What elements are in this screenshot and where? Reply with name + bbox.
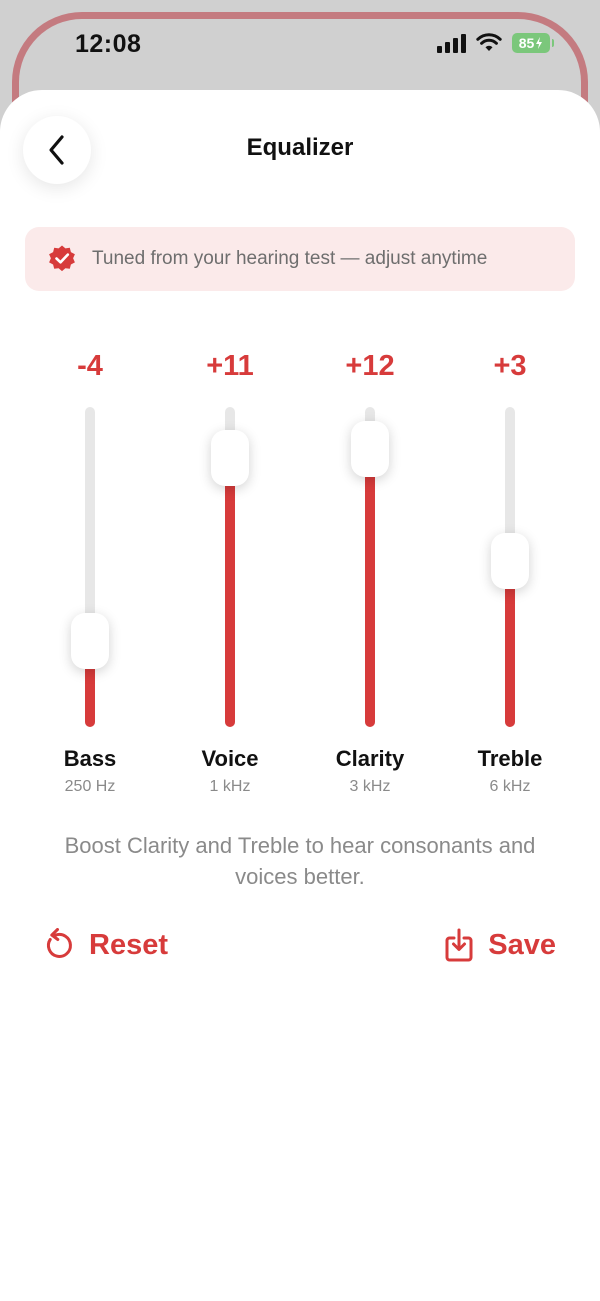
slider-thumb[interactable] [351,421,389,477]
cellular-signal-icon [437,33,466,53]
band-value: +12 [345,350,395,382]
slider-thumb[interactable] [71,613,109,669]
band-voice: +11 Voice 1 kHz [160,350,300,800]
battery-level: 85 [518,35,535,51]
band-bass: -4 Bass 250 Hz [20,350,160,800]
page-title: Equalizer [246,134,354,161]
status-time: 12:08 [75,30,142,58]
slider-track[interactable] [211,407,249,727]
band-frequency: 250 Hz [64,778,116,795]
verified-badge-icon [49,245,75,272]
reset-label: Reset [89,928,168,961]
band-value: +3 [493,350,527,382]
band-frequency: 6 kHz [489,778,531,795]
save-label: Save [488,928,556,961]
slider-fill [225,458,235,727]
band-frequency: 1 kHz [209,778,251,795]
equalizer-sheet: Equalizer Tuned from your hearing test —… [0,90,600,1301]
banner-text: Tuned from your hearing test — adjust an… [92,248,488,269]
equalizer-hint: Boost Clarity and Treble to hear consona… [64,833,536,889]
battery-icon: 85 [512,33,554,53]
band-value: -4 [77,350,103,382]
reset-button[interactable]: Reset [43,928,168,962]
wifi-icon [476,33,502,53]
band-clarity: +12 Clarity 3 kHz [300,350,440,800]
band-name: Clarity [335,746,405,771]
band-name: Voice [201,746,259,771]
slider-thumb[interactable] [211,430,249,486]
slider-fill [365,449,375,727]
save-button[interactable]: Save [444,928,556,962]
save-download-icon [445,928,473,962]
slider-track[interactable] [351,407,389,727]
band-frequency: 3 kHz [349,778,391,795]
slider-track[interactable] [71,407,109,727]
status-icons: 85 [437,33,554,53]
band-name: Treble [477,746,543,771]
slider-track[interactable] [491,407,529,727]
band-value: +11 [206,350,254,382]
hearing-test-banner: Tuned from your hearing test — adjust an… [25,227,575,291]
band-treble: +3 Treble 6 kHz [440,350,580,800]
band-name: Bass [63,746,117,771]
status-bar: 12:08 85 [0,0,600,90]
slider-thumb[interactable] [491,533,529,589]
reset-icon [46,928,72,958]
